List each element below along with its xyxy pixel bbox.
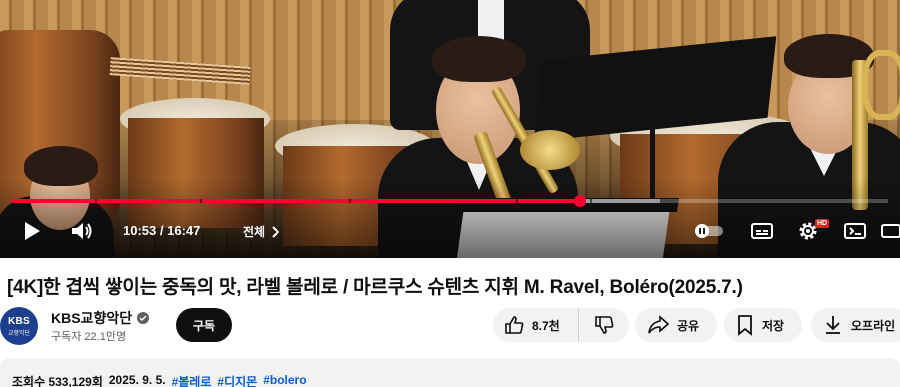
like-dislike-group: 8.7천 [493,308,629,342]
share-icon [648,315,669,334]
dislike-button[interactable] [579,308,629,342]
channel-name-link[interactable]: KBS교향악단 [51,308,150,328]
channel-row: KBS 교향악단 KBS교향악단 구독자 22.1만명 구독 8.7천 공유 저… [0,305,900,347]
progress-scrubber[interactable] [573,195,586,207]
chevron-right-icon [272,225,280,238]
volume-button[interactable] [64,210,100,252]
channel-name: KBS교향악단 [51,310,133,326]
miniplayer-icon [844,223,866,239]
subtitles-button[interactable] [744,210,780,252]
save-label: 저장 [762,318,785,333]
download-label: 오프라인 [851,318,896,333]
chapter-marker [349,199,352,203]
chapter-marker [95,199,98,203]
duration: 16:47 [167,223,201,238]
description-meta: 조회수 533,129회 2025. 9. 5. #볼레로 #디지몬 #bole… [12,373,307,387]
thumbs-up-icon [505,316,524,334]
save-button[interactable]: 저장 [724,308,802,342]
theater-icon [881,224,900,238]
chapter-button[interactable]: 전체 [243,223,280,240]
progress-bar[interactable] [12,195,888,207]
time-separator: / [159,223,164,238]
autoplay-toggle-icon [695,224,723,238]
hashtag-link[interactable]: #디지몬 [217,373,257,387]
bookmark-icon [738,315,752,336]
theater-button[interactable] [876,210,900,252]
chapter-marker [515,199,518,203]
play-button[interactable] [16,210,48,252]
like-button[interactable]: 8.7천 [493,308,579,342]
video-title: [4K]한 겹씩 쌓이는 중독의 맛, 라벨 볼레로 / 마르쿠스 슈텐츠 지휘… [7,277,743,298]
chapter-marker [200,199,203,203]
current-time: 10:53 [123,223,157,238]
avatar-logo-text: KBS [7,315,30,327]
video-player[interactable]: 10:53 / 16:47 전체 HD [0,0,900,258]
volume-icon [72,223,92,239]
autoplay-toggle[interactable] [692,210,726,252]
subtitles-icon [751,223,773,239]
miniplayer-button[interactable] [838,210,872,252]
avatar-logo-subtext: 교향악단 [7,330,31,337]
download-icon [826,316,840,334]
subscriber-count: 구독자 22.1만명 [51,331,127,343]
chapter-label: 전체 [243,225,266,239]
hashtag-link[interactable]: #bolero [263,373,306,387]
subscribe-button[interactable]: 구독 [176,308,232,342]
like-count: 8.7천 [532,318,560,333]
thumbs-down-icon [595,316,614,334]
play-icon [25,222,40,240]
view-count: 조회수 533,129회 [12,375,103,387]
share-label: 공유 [677,318,700,333]
hashtag-link[interactable]: #볼레로 [172,373,212,387]
chapter-marker [590,199,593,203]
settings-button[interactable] [790,210,826,252]
upload-date: 2025. 9. 5. [108,373,166,387]
player-controls: 10:53 / 16:47 전체 HD [0,210,900,252]
quality-badge: HD [815,219,830,228]
verified-check-icon [137,312,150,324]
description-box[interactable]: 조회수 533,129회 2025. 9. 5. #볼레로 #디지몬 #bole… [0,358,900,387]
download-button[interactable]: 오프라인 [811,308,900,342]
share-button[interactable]: 공유 [635,308,717,342]
channel-avatar[interactable]: KBS 교향악단 [0,307,38,345]
time-display: 10:53 / 16:47 [123,223,200,238]
